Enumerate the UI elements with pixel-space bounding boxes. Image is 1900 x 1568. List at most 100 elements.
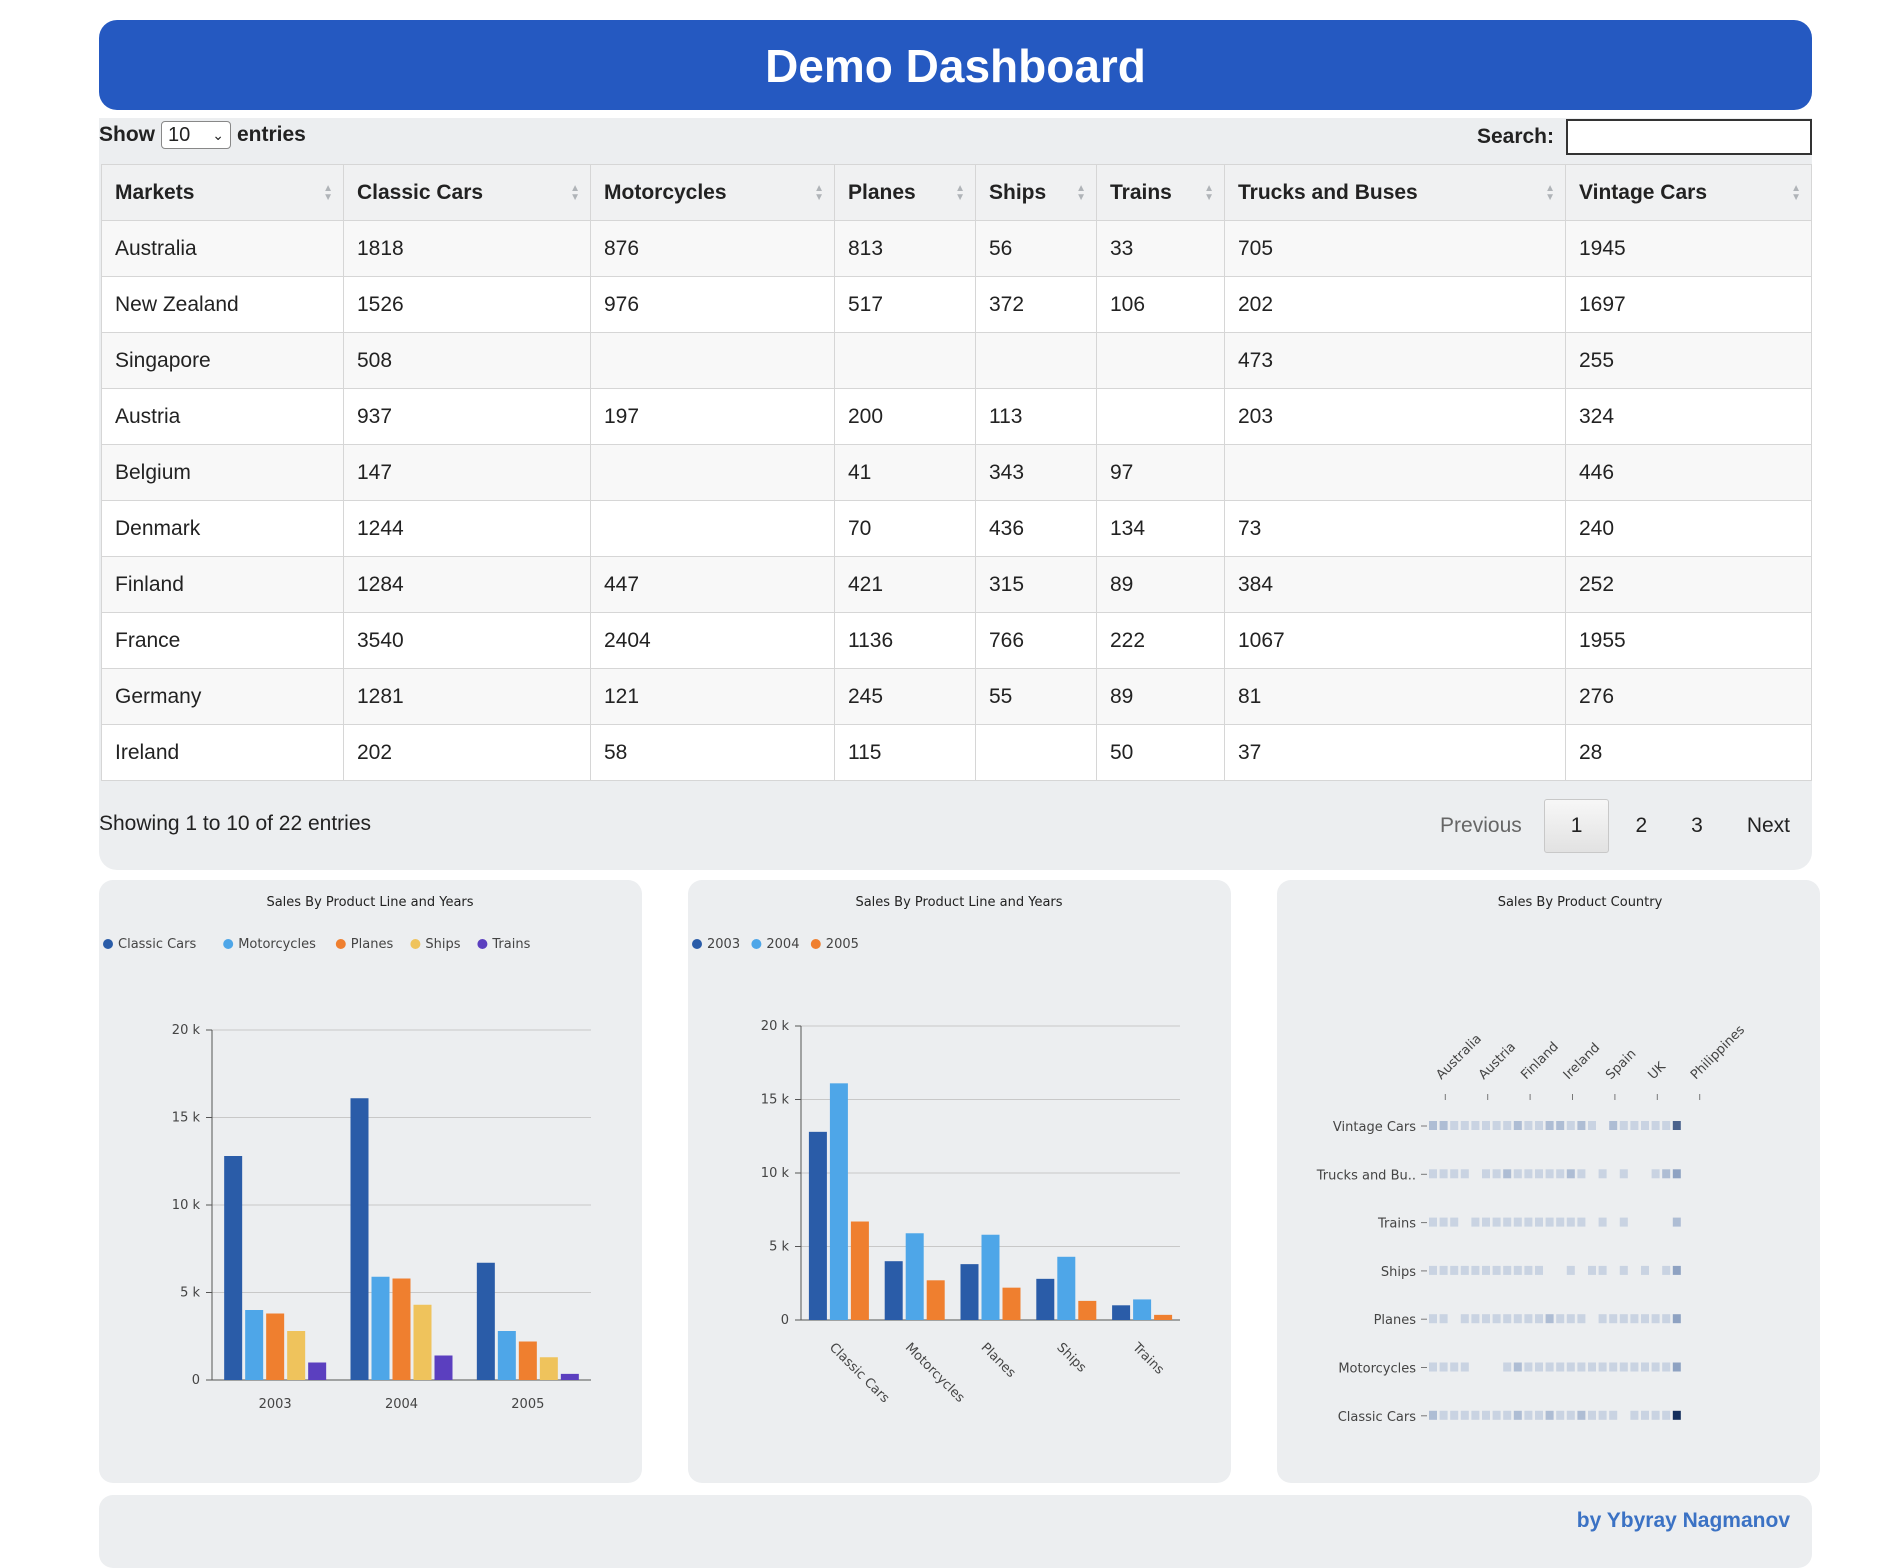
- heatmap-cell: [1672, 1410, 1681, 1420]
- heatmap-cell: [1566, 1217, 1575, 1227]
- heatmap-cell: [1588, 1121, 1596, 1130]
- heatmap-cell: [1577, 1217, 1586, 1227]
- heatmap-cell: [1598, 1410, 1607, 1420]
- heatmap-cell: [1513, 1169, 1522, 1179]
- value-cell: [1224, 444, 1566, 501]
- sort-icon: ▲ ▼: [1076, 182, 1086, 203]
- y-tick-label: 20 k: [761, 1019, 790, 1034]
- column-header-trucks-and-buses[interactable]: Trucks and Buses ▲ ▼: [1224, 164, 1566, 221]
- value-cell: 200: [834, 388, 976, 445]
- heatmap-cell: [1450, 1121, 1459, 1130]
- heatmap-cell: [1524, 1410, 1533, 1420]
- heatmap-cell: [1672, 1169, 1681, 1179]
- column-header-classic-cars[interactable]: Classic Cars ▲ ▼: [343, 164, 591, 221]
- heatmap-cell: [1619, 1314, 1628, 1324]
- bar: [539, 1357, 558, 1380]
- legend-marker: [410, 939, 421, 949]
- page-button-2[interactable]: 2: [1613, 800, 1669, 852]
- heatmap-cell: [1588, 1362, 1596, 1372]
- value-cell: 705: [1224, 220, 1566, 277]
- value-cell: 222: [1096, 612, 1225, 669]
- legend-label: Classic Cars: [118, 937, 196, 952]
- page-button-3[interactable]: 3: [1669, 800, 1725, 852]
- heatmap-cell: [1651, 1362, 1660, 1372]
- market-cell: Germany: [101, 668, 344, 725]
- table-row: Singapore 508 473 255: [101, 332, 1812, 389]
- heatmap-cell: [1450, 1410, 1459, 1420]
- search-input[interactable]: [1566, 119, 1812, 155]
- heatmap-cell: [1524, 1265, 1533, 1275]
- heatmap-cell: [1439, 1169, 1448, 1179]
- heatmap-cell: [1460, 1121, 1469, 1130]
- y-tick-label: Classic Cars: [1338, 1410, 1416, 1425]
- heatmap-cell: [1524, 1121, 1533, 1130]
- bar: [392, 1278, 411, 1380]
- value-cell: 1526: [343, 276, 591, 333]
- search-control: Search:: [1477, 119, 1812, 155]
- heatmap-cell: [1651, 1410, 1660, 1420]
- heatmap-cell: [1577, 1410, 1586, 1420]
- heatmap-cell: [1641, 1121, 1649, 1130]
- value-cell: 56: [975, 220, 1097, 277]
- bar: [1057, 1256, 1076, 1320]
- value-cell: 55: [975, 668, 1097, 725]
- heatmap-cell: [1513, 1265, 1522, 1275]
- heatmap-cell: [1450, 1217, 1459, 1227]
- table-row: Ireland 202 58 115 50 37 28: [101, 724, 1812, 781]
- heatmap-cell: [1429, 1410, 1437, 1420]
- heatmap-cell: [1641, 1265, 1649, 1275]
- value-cell: 1136: [834, 612, 976, 669]
- value-cell: 89: [1096, 556, 1225, 613]
- heatmap-cell: [1672, 1265, 1681, 1275]
- value-cell: [590, 444, 835, 501]
- page-length-value: 10: [168, 123, 191, 146]
- sort-icon: ▲ ▼: [1545, 182, 1555, 203]
- value-cell: 1697: [1565, 276, 1812, 333]
- heatmap-cell: [1503, 1169, 1512, 1179]
- heatmap-cell: [1598, 1169, 1607, 1179]
- column-header-markets[interactable]: Markets ▲ ▼: [101, 164, 344, 221]
- bar: [905, 1233, 924, 1320]
- heatmap-cell: [1503, 1265, 1512, 1275]
- heatmap-cell: [1672, 1314, 1681, 1324]
- column-header-vintage-cars[interactable]: Vintage Cars ▲ ▼: [1565, 164, 1812, 221]
- x-tick-label: Ships: [1053, 1340, 1089, 1376]
- bar: [1154, 1314, 1173, 1320]
- page-length-control: Show 10 ⌄ entries: [99, 120, 306, 150]
- next-button[interactable]: Next: [1725, 800, 1812, 852]
- heatmap-cell: [1450, 1169, 1459, 1179]
- sort-icon: ▲ ▼: [570, 182, 580, 203]
- column-header-planes[interactable]: Planes ▲ ▼: [834, 164, 976, 221]
- column-header-ships[interactable]: Ships ▲ ▼: [975, 164, 1097, 221]
- column-header-motorcycles[interactable]: Motorcycles ▲ ▼: [590, 164, 835, 221]
- legend-marker: [223, 939, 234, 949]
- heatmap-cell: [1609, 1362, 1618, 1372]
- bar: [1133, 1299, 1152, 1320]
- y-tick-label: Trucks and Bu..: [1316, 1168, 1416, 1183]
- column-header-trains[interactable]: Trains ▲ ▼: [1096, 164, 1225, 221]
- value-cell: 976: [590, 276, 835, 333]
- sort-icon: ▲ ▼: [1791, 182, 1801, 203]
- heatmap-cell: [1492, 1169, 1501, 1179]
- page-length-select[interactable]: 10 ⌄: [161, 121, 231, 149]
- value-cell: 255: [1565, 332, 1812, 389]
- page-button-1[interactable]: 1: [1543, 799, 1610, 853]
- heatmap-cell: [1471, 1217, 1480, 1227]
- heatmap-cell: [1641, 1410, 1649, 1420]
- heatmap-cell: [1651, 1121, 1660, 1130]
- heatmap-cell: [1460, 1362, 1469, 1372]
- bar: [1078, 1300, 1097, 1320]
- x-tick-label: Classic Cars: [826, 1340, 892, 1406]
- footer-credit: by Ybyray Nagmanov: [1576, 1509, 1790, 1532]
- bar: [245, 1310, 264, 1380]
- heatmap-cell: [1566, 1169, 1575, 1179]
- heatmap-cell: [1619, 1169, 1628, 1179]
- value-cell: 2404: [590, 612, 835, 669]
- pagination: Previous 1 2 3 Next: [1418, 799, 1812, 853]
- heatmap-cell: [1460, 1169, 1469, 1179]
- value-cell: 447: [590, 556, 835, 613]
- previous-button[interactable]: Previous: [1418, 800, 1544, 852]
- value-cell: [975, 332, 1097, 389]
- value-cell: 3540: [343, 612, 591, 669]
- table-row: Australia 1818 876 813 56 33 705 1945: [101, 220, 1812, 277]
